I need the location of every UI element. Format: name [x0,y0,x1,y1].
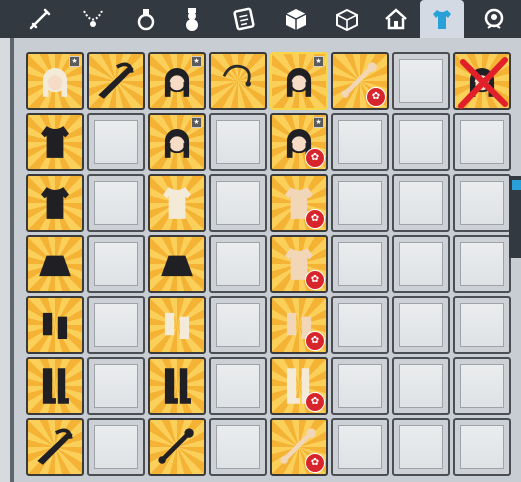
paw-badge-icon: ✿ [305,453,325,473]
empty-slot[interactable] [209,296,267,354]
paw-badge-icon: ✿ [305,392,325,412]
inventory-panel: ★ ★ ★ ✿ ★ ★ ✿ ✿ ✿ ✿ ✿ ✿ [14,38,521,482]
sword-icon [29,8,51,30]
empty-slot[interactable] [87,174,145,232]
tab-snowman[interactable] [170,0,214,38]
inventory-item-whip[interactable] [209,52,267,110]
empty-slot[interactable] [331,235,389,293]
star-badge-icon: ★ [69,56,80,67]
shirt-icon [433,10,451,29]
inventory-item-jacket-beige[interactable]: ✿ [270,235,328,293]
inventory-item-hair-crossed[interactable] [453,52,511,110]
house-icon [385,8,407,30]
empty-slot[interactable] [87,357,145,415]
inventory-item-boots-white[interactable]: ✿ [270,357,328,415]
category-toolbar [0,0,521,38]
scroll-icon [233,7,255,31]
tab-sword[interactable] [18,0,62,38]
inventory-item-accessory-orb[interactable] [148,418,206,476]
star-badge-icon: ★ [313,117,324,128]
inventory-item-wings-dark[interactable] [26,418,84,476]
tab-box-open[interactable] [325,0,369,38]
paw-badge-icon: ✿ [305,148,325,168]
empty-slot[interactable] [331,296,389,354]
inventory-item-hair-black[interactable]: ★ [148,52,206,110]
inventory-item-skirt-black[interactable] [26,235,84,293]
inventory-item-jacket-white[interactable] [148,174,206,232]
empty-slot[interactable] [392,357,450,415]
inventory-item-skirt-black-pleated[interactable] [148,235,206,293]
empty-slot[interactable] [87,418,145,476]
empty-slot[interactable] [392,174,450,232]
tab-scroll[interactable] [222,0,266,38]
empty-slot[interactable] [331,174,389,232]
paw-badge-icon: ✿ [305,270,325,290]
paw-badge-icon: ✿ [305,331,325,351]
empty-slot[interactable] [392,235,450,293]
inventory-item-top-beige[interactable]: ✿ [270,174,328,232]
inventory-item-hair-black-long[interactable]: ★ [270,52,328,110]
empty-slot[interactable] [87,235,145,293]
character-icon [484,8,504,29]
tab-character[interactable] [472,0,516,38]
snowman-icon [186,8,198,31]
empty-slot[interactable] [209,235,267,293]
box-icon [285,9,307,30]
empty-slot[interactable] [331,418,389,476]
inventory-item-hair-white[interactable]: ★ [26,52,84,110]
empty-slot[interactable] [392,113,450,171]
tab-box[interactable] [274,0,318,38]
empty-slot[interactable] [87,113,145,171]
tab-necklace[interactable] [71,0,115,38]
empty-slot[interactable] [392,418,450,476]
potion-icon [137,9,155,31]
empty-slot[interactable] [453,357,511,415]
empty-slot[interactable] [392,52,450,110]
inventory-item-hair-black[interactable]: ★ [148,113,206,171]
star-badge-icon: ★ [191,56,202,67]
tab-house[interactable] [374,0,418,38]
empty-slot[interactable] [453,174,511,232]
inventory-item-hair-black-long[interactable]: ★ ✿ [270,113,328,171]
star-badge-icon: ★ [313,56,324,67]
inventory-item-weapon-dark[interactable] [87,52,145,110]
empty-slot[interactable] [87,296,145,354]
empty-slot[interactable] [453,235,511,293]
paw-badge-icon: ✿ [305,209,325,229]
empty-slot[interactable] [331,113,389,171]
inventory-item-gloves-black[interactable] [26,296,84,354]
inventory-item-boots-black-tall[interactable] [148,357,206,415]
star-badge-icon: ★ [191,117,202,128]
inventory-item-boots-black[interactable] [26,357,84,415]
tab-potion[interactable] [124,0,168,38]
inventory-item-jacket-black[interactable] [26,174,84,232]
inventory-item-gloves-black-white[interactable] [148,296,206,354]
cross-icon [455,54,513,116]
box-open-icon [336,8,358,32]
paw-badge-icon: ✿ [366,87,386,107]
empty-slot[interactable] [453,113,511,171]
left-strip [0,38,10,482]
empty-slot[interactable] [453,296,511,354]
inventory-item-gloves-beige[interactable]: ✿ [270,296,328,354]
empty-slot[interactable] [209,418,267,476]
empty-slot[interactable] [209,174,267,232]
inventory-item-bone-mace[interactable]: ✿ [331,52,389,110]
tab-outfit[interactable] [420,0,464,38]
empty-slot[interactable] [392,296,450,354]
side-tab[interactable] [509,176,521,258]
empty-slot[interactable] [209,357,267,415]
empty-slot[interactable] [209,113,267,171]
empty-slot[interactable] [331,357,389,415]
necklace-icon [83,10,103,27]
inventory-item-outfit-black[interactable] [26,113,84,171]
inventory-item-accessory-gold[interactable]: ✿ [270,418,328,476]
empty-slot[interactable] [453,418,511,476]
